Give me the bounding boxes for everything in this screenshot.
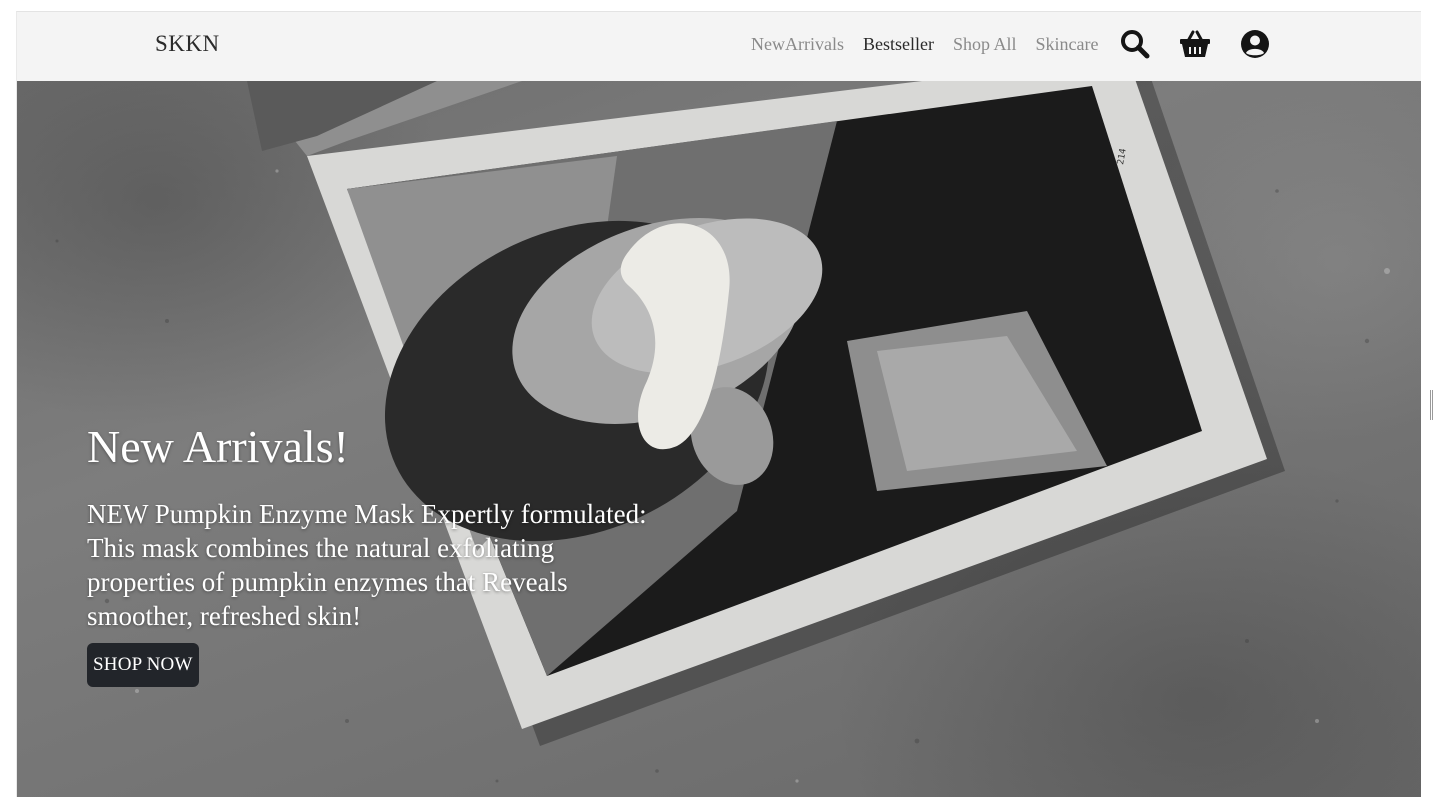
- account-icon[interactable]: [1239, 28, 1271, 60]
- hero-title: New Arrivals!: [87, 421, 349, 472]
- hero-copy: New Arrivals! NEW Pumpkin Enzyme Mask Ex…: [87, 419, 647, 687]
- hero-banner: 214 New Arrivals! NEW Pumpkin Enzyme Mas…: [17, 81, 1421, 797]
- nav-link-new-arrivals[interactable]: NewArrivals: [751, 34, 844, 55]
- shop-now-button[interactable]: SHOP NOW: [87, 643, 199, 687]
- search-icon[interactable]: [1119, 28, 1151, 60]
- brand-logo[interactable]: SKKN: [155, 31, 220, 57]
- basket-icon[interactable]: [1179, 28, 1211, 60]
- scrollbar-grip[interactable]: [1430, 390, 1433, 420]
- hero-description: NEW Pumpkin Enzyme Mask Expertly formula…: [87, 499, 647, 631]
- browser-viewport: SKKN NewArrivals Bestseller Shop All Ski…: [16, 11, 1421, 797]
- nav-link-bestseller[interactable]: Bestseller: [863, 34, 934, 55]
- nav-link-shop-all[interactable]: Shop All: [953, 34, 1017, 55]
- top-navbar: SKKN NewArrivals Bestseller Shop All Ski…: [17, 12, 1421, 81]
- main-nav: NewArrivals Bestseller Shop All Skincare: [751, 34, 1117, 55]
- nav-link-skincare[interactable]: Skincare: [1036, 34, 1099, 55]
